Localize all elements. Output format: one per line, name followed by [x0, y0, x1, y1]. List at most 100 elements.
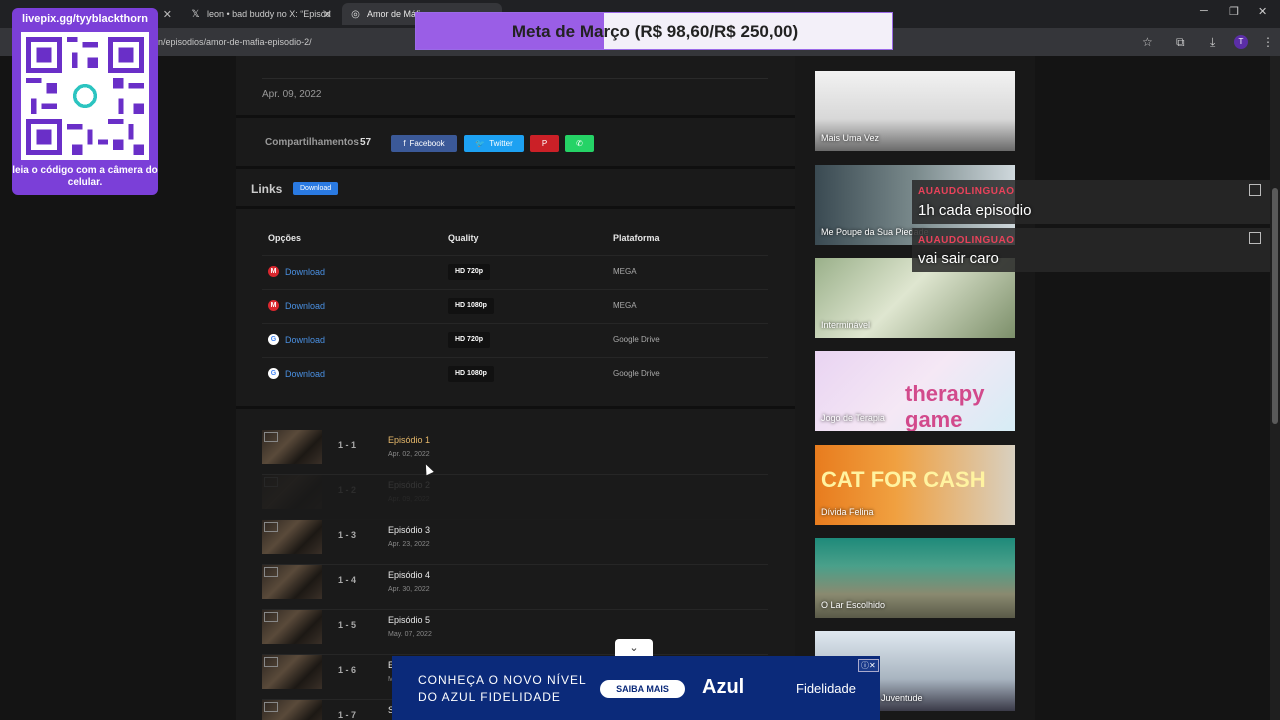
menu-icon[interactable]: ⋮ [1262, 35, 1274, 49]
page: Apr. 09, 2022 Compartilhamentos 57 f Face… [0, 56, 1280, 720]
download-icon[interactable]: ⤓ [1210, 35, 1215, 50]
ad-brand: Azul [702, 676, 745, 698]
card-title: Dívida Felina [821, 507, 874, 517]
ad-banner[interactable]: CONHEÇA O NOVO NÍVEL DO AZUL FIDELIDADE … [392, 656, 880, 720]
download-link[interactable]: Download [285, 301, 325, 311]
pinterest-share-button[interactable]: P [530, 135, 559, 152]
url-field[interactable]: n/episodios/amor-de-mafia-episodio-2/ [158, 37, 312, 47]
card-title: Juventude [881, 693, 923, 703]
quality-badge: HD 720p [448, 332, 491, 348]
episode-title[interactable]: Episódio 5 [388, 615, 430, 625]
close-window-icon[interactable]: ✕ [1258, 5, 1267, 18]
share-label: Compartilhamentos [265, 137, 359, 148]
download-link[interactable]: Download [285, 267, 325, 277]
donation-goal-bar: Meta de Março (R$ 98,60/R$ 250,00) [415, 12, 893, 50]
card-overlay-text: CAT FOR CASH [821, 467, 986, 492]
episode-date: May. 07, 2022 [388, 631, 432, 638]
chat-username: AUAUDOLINGUAO [918, 235, 1015, 246]
profile-avatar[interactable]: T [1234, 35, 1248, 49]
close-tab-icon[interactable]: ✕ [323, 8, 332, 21]
ad-choices-icon[interactable]: ⓘ✕ [858, 659, 879, 672]
facebook-label: Facebook [409, 139, 445, 148]
episode-number: 1 - 5 [338, 620, 357, 630]
ad-line-2: DO AZUL FIDELIDADE [418, 690, 561, 704]
site-icon: ◎ [351, 8, 360, 20]
episode-thumbnail[interactable] [262, 430, 322, 464]
episode-thumbnail[interactable] [262, 475, 322, 509]
qr-code [21, 32, 149, 160]
episode-date: Apr. 09, 2022 [388, 496, 430, 503]
links-title: Links [251, 182, 283, 196]
screen: ◉ ✕ 𝕏 leon • bad buddy no X: “Episód ✕ ◎… [0, 0, 1280, 720]
download-link[interactable]: Download [285, 335, 325, 345]
ad-brand-sub: Fidelidade [796, 681, 856, 696]
card-overlay-text: therapy game [905, 381, 985, 431]
chevron-down-icon[interactable]: ⌄ [615, 639, 653, 657]
tab-x[interactable]: 𝕏 leon • bad buddy no X: “Episód ✕ [182, 3, 340, 25]
episode-thumbnail[interactable] [262, 655, 322, 689]
whatsapp-share-button[interactable]: ✆ [565, 135, 594, 152]
card-title: Mais Uma Vez [821, 133, 880, 143]
pinterest-icon: P [541, 139, 548, 148]
download-link[interactable]: Download [285, 369, 325, 379]
twitter-label: Twitter [489, 139, 513, 148]
mega-icon: M [268, 300, 279, 311]
google-icon: G [268, 368, 279, 379]
quality-badge: HD 720p [448, 264, 491, 280]
scrollbar[interactable] [1270, 56, 1280, 720]
episode-item[interactable]: 1 - 3 Episódio 3 Apr. 23, 2022 [262, 520, 768, 565]
platform-name: Google Drive [613, 369, 660, 378]
download-row: M Download HD 1080p MEGA [262, 289, 768, 323]
bookmark-star-icon[interactable]: ☆ [1142, 35, 1153, 49]
episode-number: 1 - 6 [338, 665, 357, 675]
episode-date: Apr. 23, 2022 [388, 541, 430, 548]
quality-badge: HD 1080p [448, 366, 494, 382]
episode-title[interactable]: Episódio 1 [388, 435, 430, 445]
platform-name: MEGA [613, 267, 637, 276]
episode-item[interactable]: 1 - 1 Episódio 1 Apr. 02, 2022 [262, 430, 768, 475]
related-card[interactable]: O Lar Escolhido [815, 538, 1015, 618]
episode-number: 1 - 4 [338, 575, 357, 585]
qr-instruction: leia o código com a câmera do celular. [12, 165, 158, 188]
chat-checkbox[interactable] [1249, 184, 1261, 196]
facebook-share-button[interactable]: f Facebook [391, 135, 457, 152]
related-card[interactable]: CAT FOR CASH Dívida Felina [815, 445, 1015, 525]
episode-title[interactable]: Episódio 4 [388, 570, 430, 580]
google-icon: G [268, 334, 279, 345]
extensions-icon[interactable]: ⧉ [1176, 35, 1185, 50]
episode-thumbnail[interactable] [262, 700, 322, 720]
quality-badge: HD 1080p [448, 298, 494, 314]
episode-title[interactable]: Episódio 3 [388, 525, 430, 535]
donation-qr-widget: livepix.gg/tyyblackthorn leia o código c… [12, 8, 158, 195]
post-date: Apr. 09, 2022 [262, 89, 322, 100]
twitter-share-button[interactable]: 🐦 Twitter [464, 135, 524, 152]
episode-number: 1 - 2 [338, 485, 357, 495]
episode-thumbnail[interactable] [262, 565, 322, 599]
whatsapp-icon: ✆ [576, 139, 583, 148]
qr-url: livepix.gg/tyyblackthorn [22, 13, 148, 25]
card-title: O Lar Escolhido [821, 600, 886, 610]
episode-number: 1 - 7 [338, 710, 357, 720]
maximize-icon[interactable]: ❐ [1229, 5, 1239, 18]
episode-title[interactable]: Episódio 2 [388, 480, 430, 490]
ad-cta-button[interactable]: SAIBA MAIS [600, 680, 685, 698]
facebook-icon: f [403, 139, 406, 148]
close-tab-icon[interactable]: ✕ [163, 8, 172, 21]
platform-name: MEGA [613, 301, 637, 310]
episode-date: Apr. 30, 2022 [388, 586, 430, 593]
chat-checkbox[interactable] [1249, 232, 1261, 244]
divider [236, 206, 795, 209]
ad-line-1: CONHEÇA O NOVO NÍVEL [418, 673, 587, 687]
minimize-icon[interactable]: ─ [1200, 5, 1208, 17]
header-quality: Quality [448, 233, 479, 243]
related-card[interactable]: Mais Uma Vez [815, 71, 1015, 151]
episode-item[interactable]: 1 - 5 Episódio 5 May. 07, 2022 [262, 610, 768, 655]
episode-item[interactable]: 1 - 2 Episódio 2 Apr. 09, 2022 [262, 475, 768, 520]
episode-item[interactable]: 1 - 4 Episódio 4 Apr. 30, 2022 [262, 565, 768, 610]
header-options: Opções [268, 233, 302, 243]
episode-thumbnail[interactable] [262, 520, 322, 554]
divider [236, 115, 795, 118]
episode-thumbnail[interactable] [262, 610, 322, 644]
scrollbar-thumb[interactable] [1272, 188, 1278, 424]
related-card[interactable]: therapy game Jogo de Terapia [815, 351, 1015, 431]
